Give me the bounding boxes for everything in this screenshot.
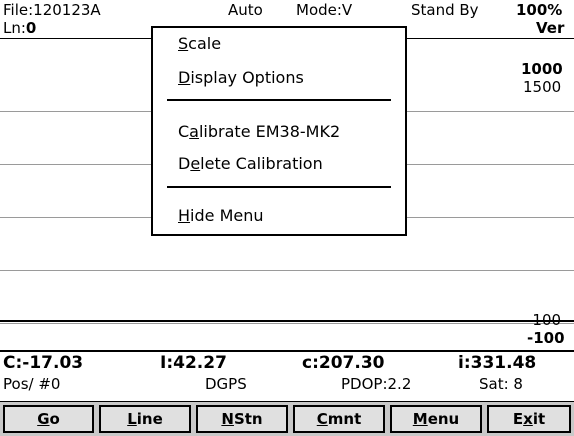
menu-item-hide-menu[interactable]: Hide Menu <box>178 206 264 225</box>
exit-button[interactable]: Exit <box>487 405 571 433</box>
inphase-upper: I:42.27 <box>160 353 227 373</box>
menu-separator <box>167 99 391 101</box>
conductivity-upper: C:-17.03 <box>3 353 84 373</box>
file-name: File:120123A <box>3 1 101 19</box>
position-label: Pos/ #0 <box>3 375 61 393</box>
menu-item-delete-calibration[interactable]: Delete Calibration <box>178 154 323 173</box>
comment-button[interactable]: Cmnt <box>293 405 385 433</box>
menu-item-calibrate[interactable]: Calibrate EM38-MK2 <box>178 122 340 141</box>
mode-label: Mode:V <box>296 1 353 19</box>
line-button[interactable]: Line <box>99 405 191 433</box>
gps-mode: DGPS <box>205 375 247 393</box>
next-station-button[interactable]: NStn <box>196 405 288 433</box>
scale-bottom-1: -100 <box>527 311 562 329</box>
button-bar: Go Line NStn Cmnt Menu Exit <box>0 401 574 436</box>
menu-item-display-options[interactable]: Display Options <box>178 68 304 87</box>
line-label: Ln:0 <box>3 19 36 37</box>
scale-top-1: 1000 <box>521 60 563 78</box>
menu-item-scale[interactable]: Scale <box>178 34 221 53</box>
data-trace <box>0 320 574 322</box>
scale-top-2: 1500 <box>523 78 562 96</box>
scale-bottom-2: -100 <box>527 329 565 347</box>
line-prefix: Ln: <box>3 19 26 37</box>
grid-line <box>0 270 574 271</box>
menu-button[interactable]: Menu <box>390 405 482 433</box>
pdop-label: PDOP:2.2 <box>341 375 412 393</box>
satellite-count: Sat: 8 <box>479 375 523 393</box>
percent-label: 100% <box>516 1 563 19</box>
conductivity-lower: c:207.30 <box>302 353 385 373</box>
ver-label: Ver <box>536 19 565 37</box>
auto-label: Auto <box>228 1 263 19</box>
standby-label: Stand By <box>411 1 479 19</box>
inphase-lower: i:331.48 <box>458 353 537 373</box>
popup-menu: Scale Display Options Calibrate EM38-MK2… <box>151 26 407 236</box>
plot-bottom-divider <box>0 350 574 352</box>
grid-line <box>0 323 574 324</box>
go-button[interactable]: Go <box>3 405 94 433</box>
line-number: 0 <box>25 19 37 37</box>
menu-separator <box>167 186 391 188</box>
